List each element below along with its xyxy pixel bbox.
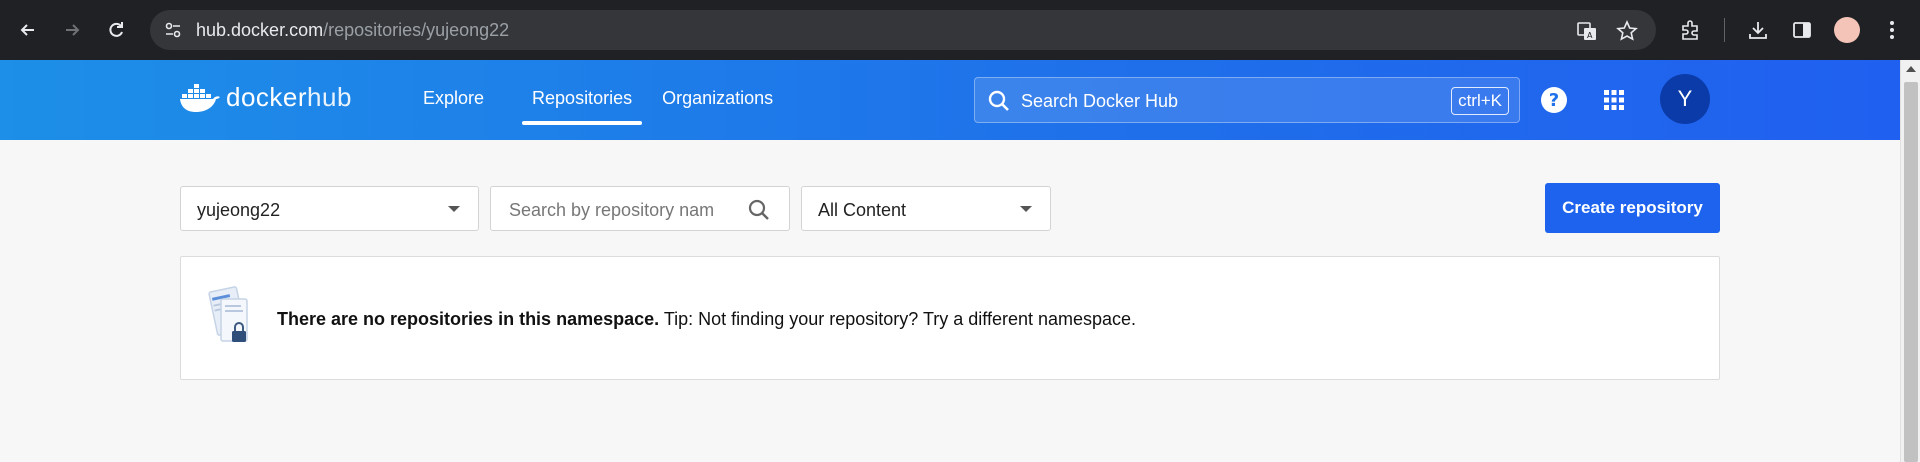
back-icon[interactable] bbox=[12, 14, 44, 46]
user-avatar[interactable]: Y bbox=[1660, 74, 1710, 124]
docker-hub-header: dockerhub Explore Repositories Organizat… bbox=[0, 60, 1900, 140]
empty-state-tip: Tip: Not finding your repository? Try a … bbox=[659, 309, 1137, 329]
toolbar-divider bbox=[1724, 18, 1725, 42]
download-icon[interactable] bbox=[1744, 16, 1772, 44]
translate-icon[interactable]: A bbox=[1576, 20, 1598, 42]
content-filter-value: All Content bbox=[818, 200, 907, 220]
svg-text:?: ? bbox=[1549, 90, 1559, 111]
main-nav: Explore Repositories Organizations bbox=[413, 88, 783, 128]
nav-repositories[interactable]: Repositories bbox=[522, 88, 643, 128]
nav-organizations[interactable]: Organizations bbox=[652, 88, 783, 128]
url-text: hub.docker.com/repositories/yujeong22 bbox=[196, 20, 509, 41]
help-icon[interactable]: ? bbox=[1538, 84, 1570, 116]
scrollbar-thumb[interactable] bbox=[1904, 82, 1918, 462]
reload-icon[interactable] bbox=[100, 14, 132, 46]
profile-avatar-icon[interactable] bbox=[1834, 17, 1860, 43]
more-menu-icon[interactable] bbox=[1878, 16, 1906, 44]
nav-explore[interactable]: Explore bbox=[413, 88, 494, 128]
empty-state-title: There are no repositories in this namesp… bbox=[277, 309, 660, 329]
empty-state-message: There are no repositories in this namesp… bbox=[277, 309, 1136, 330]
namespace-select[interactable]: yujeong22 bbox=[180, 186, 479, 231]
side-panel-icon[interactable] bbox=[1788, 16, 1816, 44]
empty-state-panel: There are no repositories in this namesp… bbox=[180, 256, 1720, 380]
extensions-icon[interactable] bbox=[1676, 16, 1704, 44]
create-repository-button[interactable]: Create repository bbox=[1545, 183, 1720, 233]
chevron-down-icon bbox=[448, 206, 460, 212]
logo-word-hub: hub bbox=[307, 82, 352, 112]
search-shortcut-badge: ctrl+K bbox=[1451, 87, 1509, 115]
locked-repository-illustration-icon bbox=[207, 285, 257, 354]
repository-search-input[interactable]: Search by repository name bbox=[490, 186, 790, 231]
docker-hub-logo[interactable]: dockerhub bbox=[180, 82, 352, 113]
docker-whale-icon bbox=[180, 83, 220, 112]
namespace-value: yujeong22 bbox=[197, 200, 281, 220]
svg-text:A: A bbox=[1587, 31, 1593, 40]
search-placeholder: Search Docker Hub bbox=[1021, 91, 1179, 111]
search-icon bbox=[987, 89, 1011, 118]
search-icon bbox=[747, 198, 771, 227]
chevron-down-icon bbox=[1020, 206, 1032, 212]
logo-word-docker: docker bbox=[226, 82, 308, 112]
logo-wordmark: dockerhub bbox=[226, 82, 352, 113]
apps-grid-icon[interactable] bbox=[1598, 84, 1630, 116]
browser-toolbar: hub.docker.com/repositories/yujeong22 A bbox=[0, 0, 1920, 60]
bookmark-star-icon[interactable] bbox=[1616, 20, 1638, 42]
site-settings-icon[interactable] bbox=[164, 21, 182, 44]
address-bar[interactable]: hub.docker.com/repositories/yujeong22 A bbox=[150, 10, 1656, 50]
url-host: hub.docker.com bbox=[196, 20, 324, 40]
url-path: /repositories/yujeong22 bbox=[323, 20, 510, 40]
page-scrollbar[interactable] bbox=[1900, 60, 1920, 462]
forward-icon[interactable] bbox=[56, 14, 88, 46]
docker-hub-search[interactable]: Search Docker Hub ctrl+K bbox=[974, 77, 1520, 123]
repository-search-placeholder: Search by repository name bbox=[509, 200, 715, 220]
content-filter-select[interactable]: All Content bbox=[801, 186, 1051, 231]
scroll-up-arrow-icon[interactable] bbox=[1906, 66, 1916, 72]
